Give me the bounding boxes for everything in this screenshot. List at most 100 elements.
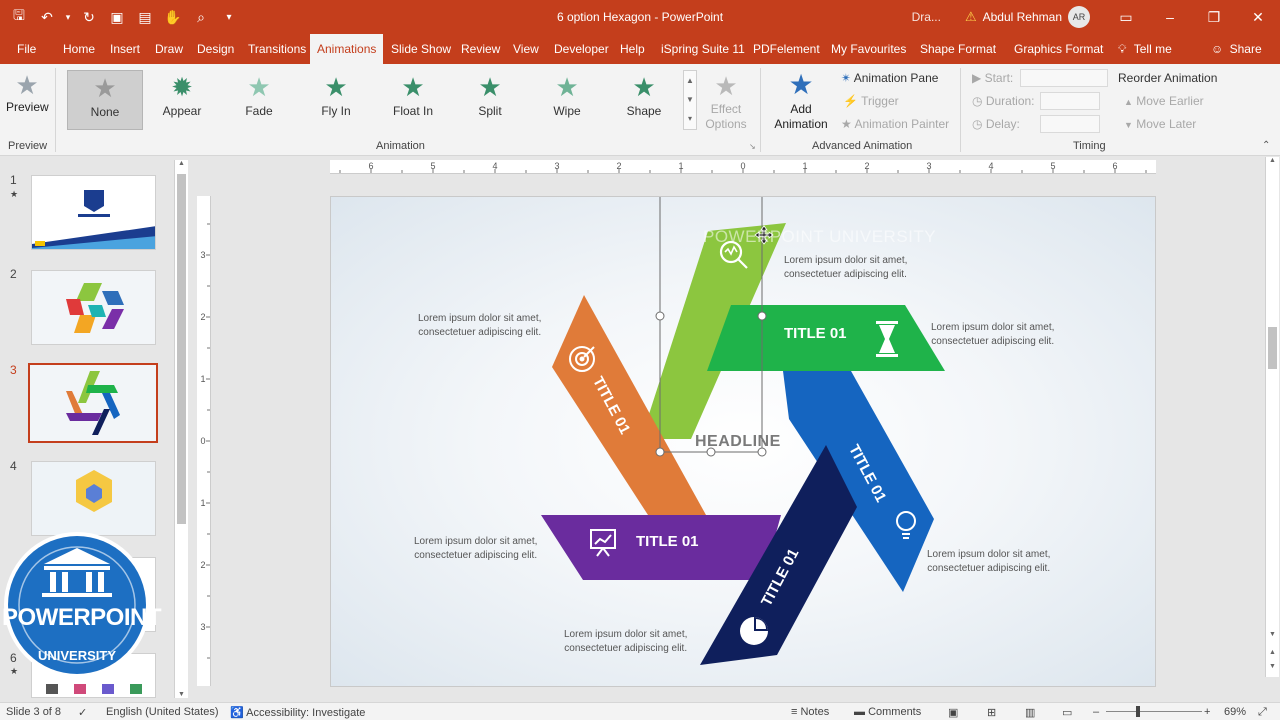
comments-button[interactable]: ▬ Comments	[854, 706, 921, 718]
tab-my-favourites[interactable]: My Favourites	[831, 34, 906, 64]
animation-label: Split	[478, 104, 502, 118]
effect-options-button[interactable]: ★ Effect Options	[700, 70, 752, 136]
spellcheck-icon[interactable]: ✓	[78, 706, 87, 719]
zoom-slider-thumb[interactable]	[1136, 706, 1140, 717]
animation-fade[interactable]: ★ Fade	[221, 70, 297, 130]
animation-float-in[interactable]: ★ Float In	[375, 70, 451, 130]
dialog-launcher-icon[interactable]: ↘	[749, 142, 756, 151]
tab-animations[interactable]: Animations	[310, 34, 384, 64]
slide-thumbnail-1[interactable]	[31, 175, 156, 250]
tab-ispring[interactable]: iSpring Suite 11	[661, 34, 745, 64]
zoom-in-icon[interactable]: +	[1204, 706, 1210, 718]
resize-handle[interactable]	[757, 311, 767, 321]
animation-painter-button[interactable]: ★ Animation Painter	[841, 117, 949, 131]
account[interactable]: ⚠ Abdul Rehman AR	[965, 6, 1090, 28]
tab-insert[interactable]: Insert	[110, 34, 140, 64]
resize-handle[interactable]	[655, 311, 665, 321]
preview-button[interactable]: ★ Preview	[6, 70, 49, 130]
zoom-level[interactable]: 69%	[1224, 706, 1246, 718]
tab-draw[interactable]: Draw	[155, 34, 183, 64]
preview-star-icon: ★	[15, 70, 39, 100]
add-animation-button[interactable]: ★ Add Animation	[766, 68, 836, 138]
minimize-icon[interactable]: –	[1148, 0, 1192, 34]
delay-input[interactable]	[1040, 115, 1100, 133]
move-earlier-label: Move Earlier	[1136, 94, 1204, 108]
animation-label: Float In	[392, 104, 434, 118]
scroll-thumb[interactable]	[1268, 327, 1277, 369]
tab-transitions[interactable]: Transitions	[248, 34, 306, 64]
start-select[interactable]	[1020, 69, 1108, 87]
fit-to-window-icon[interactable]: ⤢	[1258, 706, 1267, 719]
resize-handle[interactable]	[655, 447, 665, 457]
tab-pdfelement[interactable]: PDFelement	[753, 34, 820, 64]
slide-thumbnail-4[interactable]	[31, 461, 156, 536]
move-later-button[interactable]: ▼ Move Later	[1124, 117, 1196, 131]
slideshow-view-icon[interactable]: ▭	[1062, 706, 1072, 719]
accessibility-button[interactable]: ♿ Accessibility: Investigate	[230, 706, 365, 719]
ruler-ticks: 3 2 1 0 1 2 3	[200, 223, 210, 659]
tab-view[interactable]: View	[513, 34, 539, 64]
scroll-down-icon[interactable]: ▼	[175, 691, 188, 698]
slide-canvas[interactable]: POWERPOINT UNIVERSITY TITLE 01 TITLE 01 …	[330, 196, 1156, 687]
slide-thumbnail-2[interactable]	[31, 270, 156, 345]
animation-wipe[interactable]: ★ Wipe	[529, 70, 605, 130]
slide-number: 1	[10, 173, 17, 187]
close-icon[interactable]: ✕	[1236, 0, 1280, 34]
slide-scrollbar[interactable]: ▲ ▼ ▲ ▼	[1265, 157, 1279, 677]
user-name: Abdul Rehman	[982, 10, 1062, 24]
restore-icon[interactable]: ❐	[1192, 0, 1236, 34]
animation-shape[interactable]: ★ Shape	[606, 70, 682, 130]
previous-slide-icon[interactable]: ▲	[1266, 649, 1279, 656]
ribbon-display-options-icon[interactable]: ▭	[1104, 0, 1148, 34]
language-button[interactable]: English (United States)	[106, 706, 219, 718]
animation-pane-label: Animation Pane	[853, 71, 939, 85]
effect-options-icon: ★	[714, 71, 738, 101]
ruler-number: 0	[740, 161, 745, 171]
animation-appear[interactable]: ✹ Appear	[144, 70, 220, 130]
notes-button[interactable]: ≡ Notes	[791, 706, 829, 718]
animation-split[interactable]: ★ Split	[452, 70, 528, 130]
share-button[interactable]: ☺ Share	[1211, 34, 1262, 64]
duration-input[interactable]	[1040, 92, 1100, 110]
zoom-out-icon[interactable]: –	[1093, 706, 1099, 718]
zoom-slider[interactable]	[1106, 706, 1202, 717]
separator	[760, 68, 761, 152]
tab-shape-format[interactable]: Shape Format	[920, 34, 996, 64]
scroll-down-icon[interactable]: ▼	[1266, 631, 1279, 638]
star-icon: ★	[555, 72, 579, 102]
collapse-ribbon-icon[interactable]: ⌃	[1262, 140, 1270, 151]
star-icon: ★	[324, 72, 348, 102]
tab-file[interactable]: File	[17, 34, 36, 64]
slide-thumbnail-3[interactable]	[28, 363, 158, 443]
tab-slide-show[interactable]: Slide Show	[391, 34, 451, 64]
move-earlier-button[interactable]: ▲ Move Earlier	[1124, 94, 1204, 108]
avatar[interactable]: AR	[1068, 6, 1090, 28]
tell-me[interactable]: 💡︎ Tell me	[1118, 34, 1172, 64]
star-icon: ★	[632, 72, 656, 102]
next-slide-icon[interactable]: ▼	[1266, 663, 1279, 670]
trigger-button[interactable]: ⚡ Trigger	[843, 94, 899, 108]
animation-pane-button[interactable]: ✴ Animation Pane	[841, 71, 938, 85]
ruler-number: 1	[802, 161, 807, 171]
slide-number: 2	[10, 267, 17, 281]
scroll-up-icon[interactable]: ▲	[175, 160, 188, 167]
gallery-up-icon[interactable]: ▲	[684, 71, 696, 90]
slide-sorter-icon[interactable]: ⊞	[987, 706, 996, 719]
reading-view-icon[interactable]: ▥	[1025, 706, 1035, 719]
scroll-thumb[interactable]	[177, 174, 186, 524]
tab-developer[interactable]: Developer	[554, 34, 609, 64]
gallery-more-icon[interactable]: ▾	[684, 109, 696, 128]
horizontal-ruler: 6 5 4 3 2 1 0 1 2 3 4 5 6	[330, 160, 1156, 174]
scroll-up-icon[interactable]: ▲	[1266, 157, 1279, 164]
gallery-down-icon[interactable]: ▼	[684, 90, 696, 109]
animation-fly-in[interactable]: ★ Fly In	[298, 70, 374, 130]
thumbnail-scrollbar[interactable]: ▲ ▼	[174, 160, 188, 698]
tab-help[interactable]: Help	[620, 34, 645, 64]
tab-home[interactable]: Home	[63, 34, 95, 64]
tab-graphics-format[interactable]: Graphics Format	[1014, 34, 1103, 64]
normal-view-icon[interactable]: ▣	[948, 706, 958, 719]
tab-review[interactable]: Review	[461, 34, 500, 64]
tab-design[interactable]: Design	[197, 34, 234, 64]
animation-none[interactable]: ★ None	[67, 70, 143, 130]
headline[interactable]: HEADLINE	[695, 433, 781, 451]
